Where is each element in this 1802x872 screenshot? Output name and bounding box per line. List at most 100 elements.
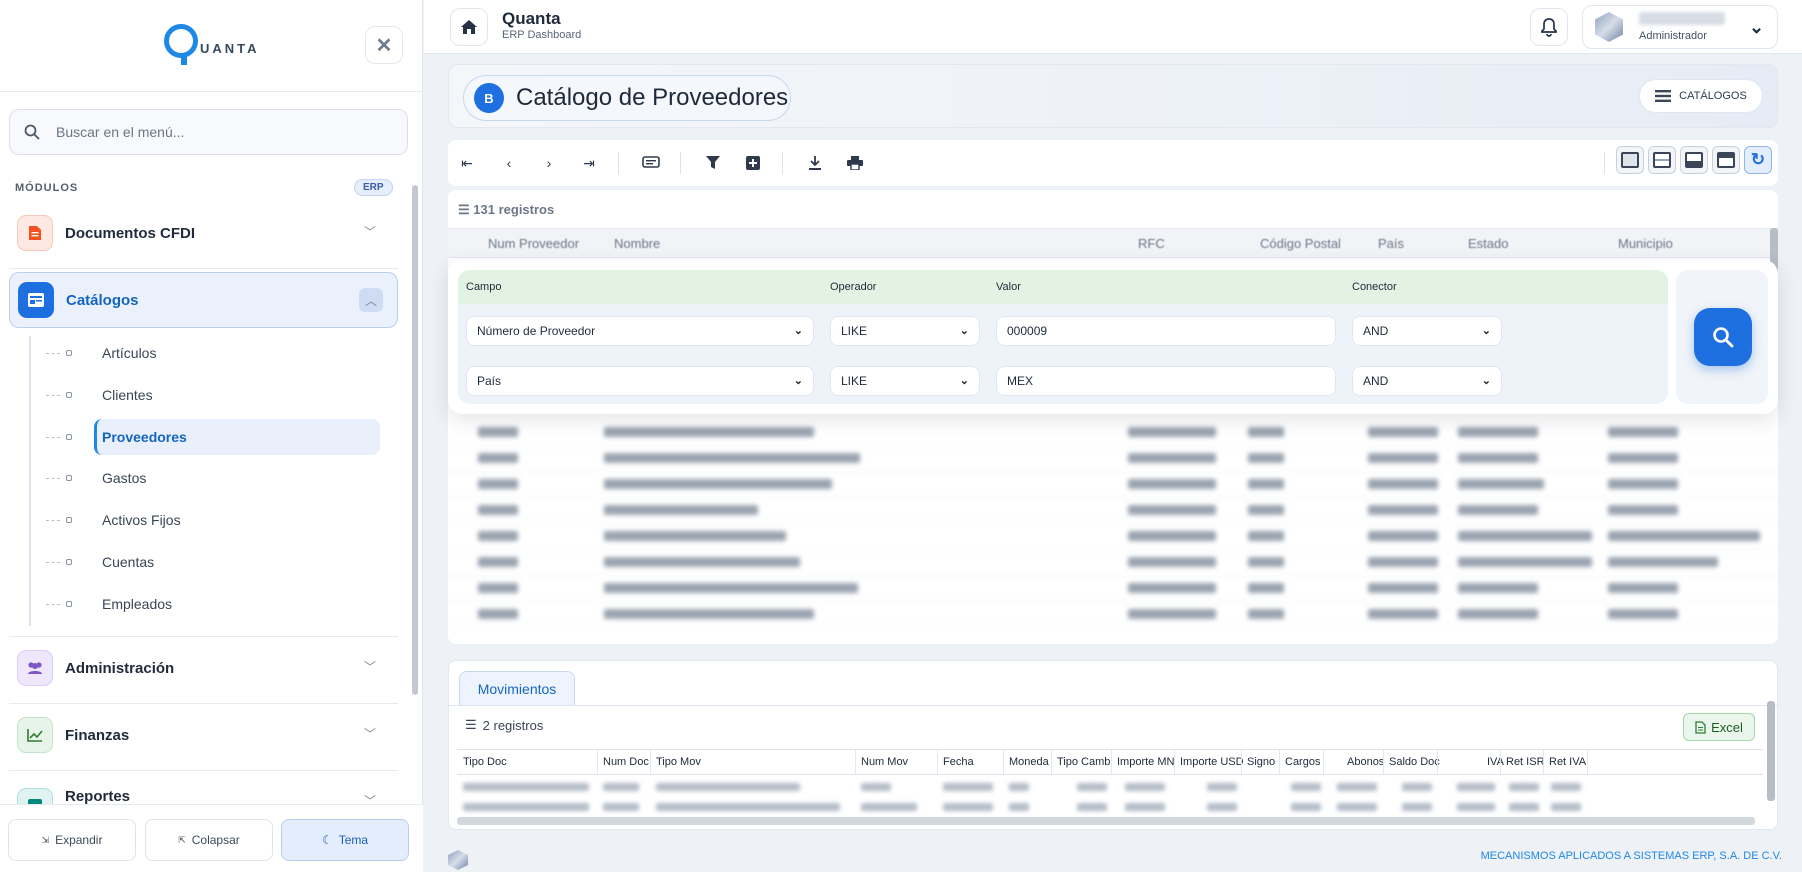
catalogs-button[interactable]: CATÁLOGOS — [1639, 79, 1763, 113]
sidebar-scrollbar[interactable] — [412, 185, 418, 695]
table-row[interactable] — [448, 576, 1778, 602]
table-row[interactable] — [448, 524, 1778, 550]
col-abonos[interactable]: Abonos — [1347, 756, 1384, 768]
menu-search-input[interactable] — [56, 124, 376, 140]
col-ret-iva[interactable]: Ret IVA — [1549, 756, 1586, 768]
table-row[interactable] — [448, 550, 1778, 576]
comment-icon[interactable] — [636, 148, 666, 178]
table-cell — [1457, 803, 1495, 811]
user-menu[interactable]: Administrador ⌄ — [1582, 5, 1778, 49]
chevron-down-icon: ﹀ — [363, 660, 376, 674]
col-saldo-doc[interactable]: Saldo Doc — [1389, 756, 1440, 768]
tab-movimientos[interactable]: Movimientos — [459, 671, 575, 705]
table-row[interactable] — [448, 420, 1778, 446]
table-row[interactable] — [448, 446, 1778, 472]
layout-top-icon[interactable] — [1712, 146, 1740, 174]
filter-value-input-1[interactable]: 000009 — [996, 316, 1336, 346]
table-row[interactable] — [448, 602, 1778, 628]
menu-search[interactable] — [9, 109, 408, 155]
submenu-label: Gastos — [102, 470, 147, 486]
download-icon[interactable] — [800, 148, 830, 178]
submenu-item-activos-fijos[interactable]: Activos Fijos — [46, 502, 382, 538]
movements-record-count-text: 2 registros — [482, 717, 544, 733]
filter-connector-select-2[interactable]: AND ⌄ — [1352, 366, 1502, 396]
chart-icon — [17, 717, 53, 753]
excel-export-button[interactable]: Excel — [1683, 713, 1755, 741]
add-icon[interactable] — [738, 148, 768, 178]
col-rfc[interactable]: RFC — [1138, 236, 1165, 251]
module-administracion[interactable]: Administración ﹀ — [9, 640, 398, 696]
close-sidebar-button[interactable]: ✕ — [365, 26, 403, 64]
layout-single-icon[interactable] — [1616, 146, 1644, 174]
next-page-icon[interactable]: › — [534, 148, 564, 178]
module-finanzas[interactable]: Finanzas ﹀ — [9, 707, 398, 763]
refresh-button[interactable]: ↻ — [1744, 146, 1772, 174]
table-cell — [1009, 783, 1029, 791]
submenu-item-articulos[interactable]: Artículos — [46, 335, 382, 371]
movements-horizontal-scrollbar[interactable] — [457, 817, 1755, 825]
module-reportes[interactable]: Reportes ﹀ — [9, 774, 398, 804]
filter-field-select-2[interactable]: País ⌄ — [466, 366, 814, 396]
modules-heading: MÓDULOS — [15, 182, 79, 194]
col-signo[interactable]: Signo — [1247, 756, 1275, 768]
divider — [449, 705, 1779, 706]
movements-scrollbar[interactable] — [1767, 701, 1775, 801]
last-page-icon[interactable]: ⇥ — [574, 148, 604, 178]
excel-label: Excel — [1711, 719, 1743, 735]
module-documentos-cfdi[interactable]: Documentos CFDI ﹀ — [9, 205, 398, 261]
filter-field-select-1[interactable]: Número de Proveedor ⌄ — [466, 316, 814, 346]
filter-header-value: Valor — [996, 281, 1021, 293]
submenu-item-cuentas[interactable]: Cuentas — [46, 544, 382, 580]
prev-page-icon[interactable]: ‹ — [494, 148, 524, 178]
col-num-mov[interactable]: Num Mov — [861, 756, 908, 768]
col-nombre[interactable]: Nombre — [614, 236, 660, 251]
col-municipio[interactable]: Municipio — [1618, 236, 1673, 251]
divider — [9, 703, 398, 704]
col-cargos[interactable]: Cargos — [1285, 756, 1320, 768]
col-moneda[interactable]: Moneda — [1009, 756, 1049, 768]
col-pais[interactable]: País — [1378, 236, 1404, 251]
col-codigo-postal[interactable]: Código Postal — [1260, 236, 1341, 251]
home-button[interactable] — [450, 8, 488, 46]
filter-icon[interactable] — [698, 148, 728, 178]
table-row[interactable] — [448, 498, 1778, 524]
filter-header: Campo Operador Valor Conector — [458, 270, 1668, 304]
submenu-item-clientes[interactable]: Clientes — [46, 377, 382, 413]
col-fecha[interactable]: Fecha — [943, 756, 974, 768]
col-tipo-camb[interactable]: Tipo Camb — [1057, 756, 1110, 768]
avatar — [1595, 12, 1623, 42]
col-num-proveedor[interactable]: Num Proveedor — [488, 236, 579, 251]
apply-filter-button[interactable] — [1694, 308, 1752, 366]
user-name-redacted — [1639, 12, 1725, 25]
col-importe-usd[interactable]: Importe USD — [1180, 756, 1244, 768]
select-value: AND — [1363, 374, 1389, 388]
module-catalogos[interactable]: Catálogos ︿ — [9, 272, 398, 328]
submenu-tree-line — [29, 336, 31, 626]
table-cell — [1207, 783, 1237, 791]
layout-bottom-icon[interactable] — [1680, 146, 1708, 174]
first-page-icon[interactable]: ⇤ — [452, 148, 482, 178]
module-label: Finanzas — [65, 726, 130, 744]
col-iva[interactable]: IVA — [1487, 756, 1504, 768]
col-ret-isr[interactable]: Ret ISR — [1506, 756, 1545, 768]
filter-operator-select-1[interactable]: LIKE ⌄ — [830, 316, 980, 346]
col-tipo-mov[interactable]: Tipo Mov — [656, 756, 701, 768]
submenu-item-empleados[interactable]: Empleados — [46, 586, 382, 622]
print-icon[interactable] — [840, 148, 870, 178]
filter-operator-select-2[interactable]: LIKE ⌄ — [830, 366, 980, 396]
layout-split-icon[interactable] — [1648, 146, 1676, 174]
col-estado[interactable]: Estado — [1468, 236, 1508, 251]
theme-button[interactable]: ☾ Tema — [281, 819, 409, 861]
col-num-doc[interactable]: Num Doc — [603, 756, 649, 768]
expand-button[interactable]: ⇲ Expandir — [8, 819, 136, 861]
submenu-item-proveedores[interactable]: Proveedores — [46, 419, 382, 455]
bullet-icon — [66, 559, 72, 565]
col-tipo-doc[interactable]: Tipo Doc — [463, 756, 507, 768]
filter-connector-select-1[interactable]: AND ⌄ — [1352, 316, 1502, 346]
submenu-item-gastos[interactable]: Gastos — [46, 460, 382, 496]
table-row[interactable] — [448, 472, 1778, 498]
col-importe-mn[interactable]: Importe MN — [1117, 756, 1174, 768]
notifications-button[interactable] — [1530, 8, 1568, 46]
collapse-button[interactable]: ⇱ Colapsar — [145, 819, 273, 861]
filter-value-input-2[interactable]: MEX — [996, 366, 1336, 396]
